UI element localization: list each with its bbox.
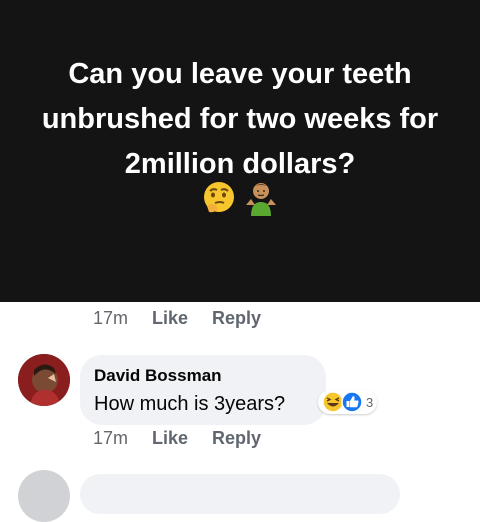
like-icon [341,391,363,413]
question-line: unbrushed for two weeks for [41,103,439,135]
reaction-count: 3 [366,394,374,410]
next-comment-bubble[interactable] [80,474,400,514]
next-comment-avatar[interactable] [18,470,70,522]
post-image[interactable]: Can you leave your teeth unbrushed for t… [0,0,480,302]
thinking-face-emoji [204,182,234,213]
question-line: Can you leave your teeth [68,58,412,90]
profile-photo [18,354,70,406]
post-question: Can you leave your teeth unbrushed for t… [0,52,480,187]
comment-timestamp: 17m [93,428,129,448]
comment-actions: 17m Like Reply [93,428,285,449]
post-timestamp: 17m [93,308,129,328]
comment-text: How much is 3years? [94,393,286,415]
avatar[interactable] [18,354,70,406]
comment-like-button[interactable]: Like [152,428,188,449]
emoji-row [0,180,480,216]
person-shrugging-emoji [246,183,276,216]
reply-button[interactable]: Reply [212,308,261,329]
comment-bubble[interactable]: David Bossman How much is 3years? [80,355,326,425]
like-button[interactable]: Like [152,308,188,329]
comment-author[interactable]: David Bossman [94,366,222,386]
comment-reply-button[interactable]: Reply [212,428,261,449]
post-actions: 17m Like Reply [93,308,285,329]
reaction-summary[interactable]: 3 [318,390,378,414]
